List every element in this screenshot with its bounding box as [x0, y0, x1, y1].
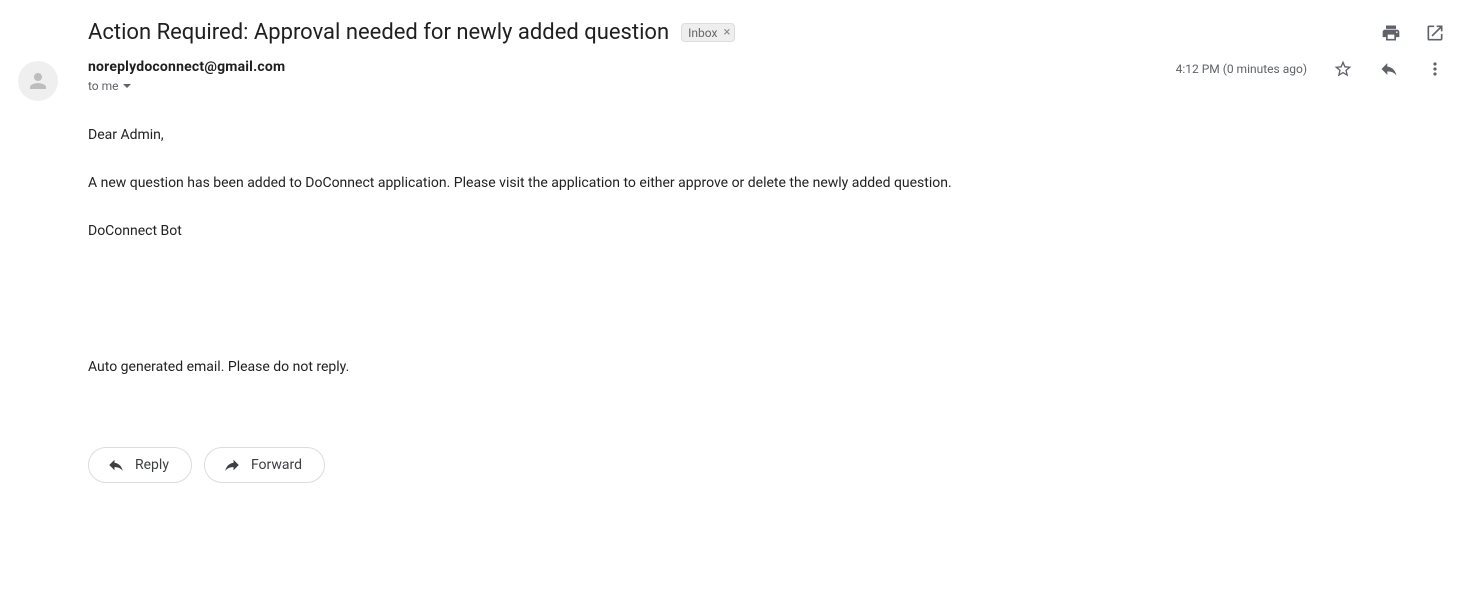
label-text: Inbox	[688, 26, 717, 40]
timestamp: 4:12 PM (0 minutes ago)	[1176, 62, 1307, 76]
forward-arrow-icon	[223, 456, 241, 474]
body-signature: DoConnect Bot	[88, 221, 1453, 241]
reply-arrow-icon	[107, 456, 125, 474]
print-icon[interactable]	[1381, 23, 1401, 43]
more-icon[interactable]	[1425, 59, 1445, 79]
star-icon[interactable]	[1333, 59, 1353, 79]
open-new-window-icon[interactable]	[1425, 23, 1445, 43]
recipient-dropdown[interactable]: to me	[88, 79, 285, 93]
reply-label: Reply	[135, 457, 169, 473]
body-footer: Auto generated email. Please do not repl…	[88, 357, 1453, 377]
sender-address[interactable]: noreplydoconnect@gmail.com	[88, 59, 285, 75]
reply-button[interactable]: Reply	[88, 447, 192, 483]
recipient-text: to me	[88, 79, 119, 93]
email-subject: Action Required: Approval needed for new…	[88, 20, 669, 45]
avatar[interactable]	[18, 61, 58, 101]
chevron-down-icon	[123, 84, 131, 88]
forward-button[interactable]: Forward	[204, 447, 325, 483]
email-body: Dear Admin, A new question has been adde…	[16, 101, 1453, 377]
person-icon	[26, 69, 50, 93]
body-main: A new question has been added to DoConne…	[88, 173, 1453, 193]
label-chip[interactable]: Inbox ×	[681, 23, 735, 42]
body-greeting: Dear Admin,	[88, 125, 1453, 145]
forward-label: Forward	[251, 457, 302, 473]
close-icon[interactable]: ×	[721, 25, 732, 40]
reply-icon[interactable]	[1379, 59, 1399, 79]
